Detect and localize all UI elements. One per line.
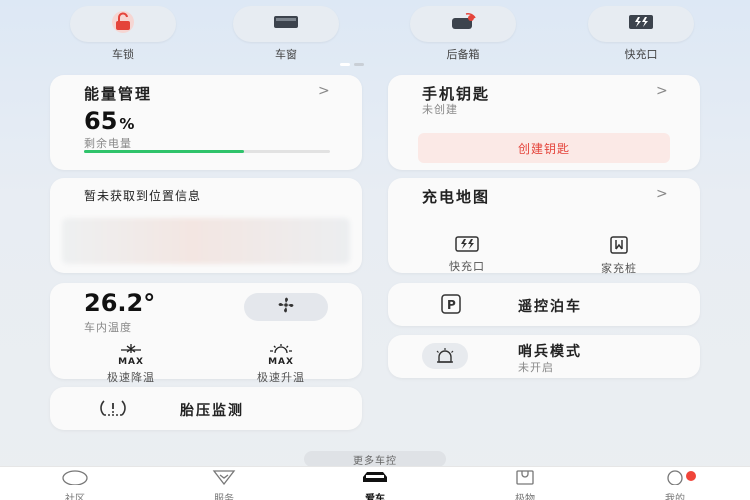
energy-title: 能量管理 xyxy=(84,85,153,103)
chevron-right-icon: > xyxy=(656,83,668,99)
cabin-temperature-label: 车内温度 xyxy=(84,321,132,334)
fast-heat-label: 极速升温 xyxy=(257,371,305,384)
max-badge: MAX xyxy=(118,357,144,367)
community-icon xyxy=(61,470,89,489)
chevron-right-icon: > xyxy=(656,186,668,202)
tab-label: 极物 xyxy=(515,494,535,500)
service-icon xyxy=(210,470,238,489)
map-thumbnail xyxy=(62,218,350,264)
fast-cool-label: 极速降温 xyxy=(107,371,155,384)
svg-text:P: P xyxy=(447,298,456,312)
more-controls-button[interactable]: 更多车控 xyxy=(304,451,446,467)
battery-label: 剩余电量 xyxy=(84,137,132,150)
battery-percent: 65% xyxy=(84,107,134,135)
battery-bar-fill xyxy=(84,150,244,153)
notification-dot xyxy=(686,471,696,481)
quick-actions: 车锁 车窗 后备箱 快充口 xyxy=(0,6,750,62)
fast-cool-button[interactable]: MAX 极速降温 xyxy=(86,339,176,385)
climate-card[interactable]: 26.2° 车内温度 MAX 极速降温 MAX 极速升温 xyxy=(50,283,362,384)
tab-label: 服务 xyxy=(214,494,234,500)
snowflake-icon xyxy=(116,339,146,358)
quick-action-label: 车窗 xyxy=(275,48,297,61)
lock-button[interactable] xyxy=(70,6,176,42)
tab-label: 我的 xyxy=(665,494,685,500)
home-charger-label: 家充桩 xyxy=(601,262,637,275)
window-button[interactable] xyxy=(233,6,339,42)
sentry-mode-card[interactable]: 哨兵模式 未开启 xyxy=(388,335,700,378)
quick-action-label: 车锁 xyxy=(112,48,134,61)
tab-label: 社区 xyxy=(65,494,85,500)
fast-charge-icon xyxy=(454,236,480,256)
quick-action-window[interactable]: 车窗 xyxy=(233,6,339,62)
battery-bar xyxy=(84,150,330,153)
trunk-icon xyxy=(446,11,480,37)
shop-icon xyxy=(511,470,539,489)
location-card[interactable]: 暂未获取到位置信息 xyxy=(50,178,362,273)
trunk-button[interactable] xyxy=(410,6,516,42)
fan-button[interactable] xyxy=(244,293,328,321)
battery-value: 65 xyxy=(84,107,118,135)
home-charger-icon xyxy=(608,236,630,258)
tab-service[interactable]: 服务 xyxy=(189,469,259,500)
remote-parking-card[interactable]: P 遥控泊车 xyxy=(388,283,700,326)
page-indicator xyxy=(340,63,364,66)
fast-charge-port-icon xyxy=(626,13,656,35)
fan-icon xyxy=(276,295,296,319)
car-icon xyxy=(360,470,390,489)
phone-key-card[interactable]: 手机钥匙 > 未创建 创建钥匙 xyxy=(388,75,700,170)
battery-unit: % xyxy=(119,115,135,133)
remote-parking-title: 遥控泊车 xyxy=(518,299,582,315)
parking-icon: P xyxy=(440,294,462,320)
quick-action-label: 后备箱 xyxy=(446,48,480,61)
bottom-tab-bar: 社区 服务 爱车 极物 我的 xyxy=(0,466,750,500)
chevron-right-icon: > xyxy=(318,83,330,99)
quick-action-lock[interactable]: 车锁 xyxy=(70,6,176,62)
unlock-icon xyxy=(106,11,140,37)
energy-card[interactable]: 能量管理 > 65% 剩余电量 xyxy=(50,75,362,170)
quick-action-label: 快充口 xyxy=(624,48,658,61)
tab-car[interactable]: 爱车 xyxy=(340,469,410,500)
alarm-light-icon xyxy=(422,343,468,369)
quick-action-charge-port[interactable]: 快充口 xyxy=(588,6,694,62)
tire-pressure-card[interactable]: 胎压监测 xyxy=(50,387,362,430)
tab-community[interactable]: 社区 xyxy=(40,469,110,500)
charge-map-card[interactable]: 充电地图 > 快充口 家充桩 xyxy=(388,178,700,276)
home-charger-link[interactable]: 家充桩 xyxy=(584,236,654,276)
fast-heat-button[interactable]: MAX 极速升温 xyxy=(236,339,326,385)
phone-key-status: 未创建 xyxy=(422,103,458,116)
charge-map-title: 充电地图 xyxy=(422,188,491,206)
max-badge: MAX xyxy=(268,357,294,367)
tire-pressure-icon xyxy=(98,399,128,421)
charge-port-button[interactable] xyxy=(588,6,694,42)
profile-icon xyxy=(661,470,689,489)
sentry-mode-status: 未开启 xyxy=(518,361,554,374)
sun-icon xyxy=(266,339,296,358)
window-icon xyxy=(271,13,301,35)
fast-charge-station-link[interactable]: 快充口 xyxy=(432,236,502,274)
tab-profile[interactable]: 我的 xyxy=(640,469,710,500)
fast-charge-label: 快充口 xyxy=(449,260,485,273)
sentry-mode-title: 哨兵模式 xyxy=(518,344,582,360)
tab-shop[interactable]: 极物 xyxy=(490,469,560,500)
quick-action-trunk[interactable]: 后备箱 xyxy=(410,6,516,62)
location-title: 暂未获取到位置信息 xyxy=(84,189,202,203)
create-key-button[interactable]: 创建钥匙 xyxy=(418,133,670,163)
tab-label: 爱车 xyxy=(365,494,385,500)
tire-pressure-title: 胎压监测 xyxy=(180,403,244,419)
cabin-temperature: 26.2° xyxy=(84,289,156,317)
